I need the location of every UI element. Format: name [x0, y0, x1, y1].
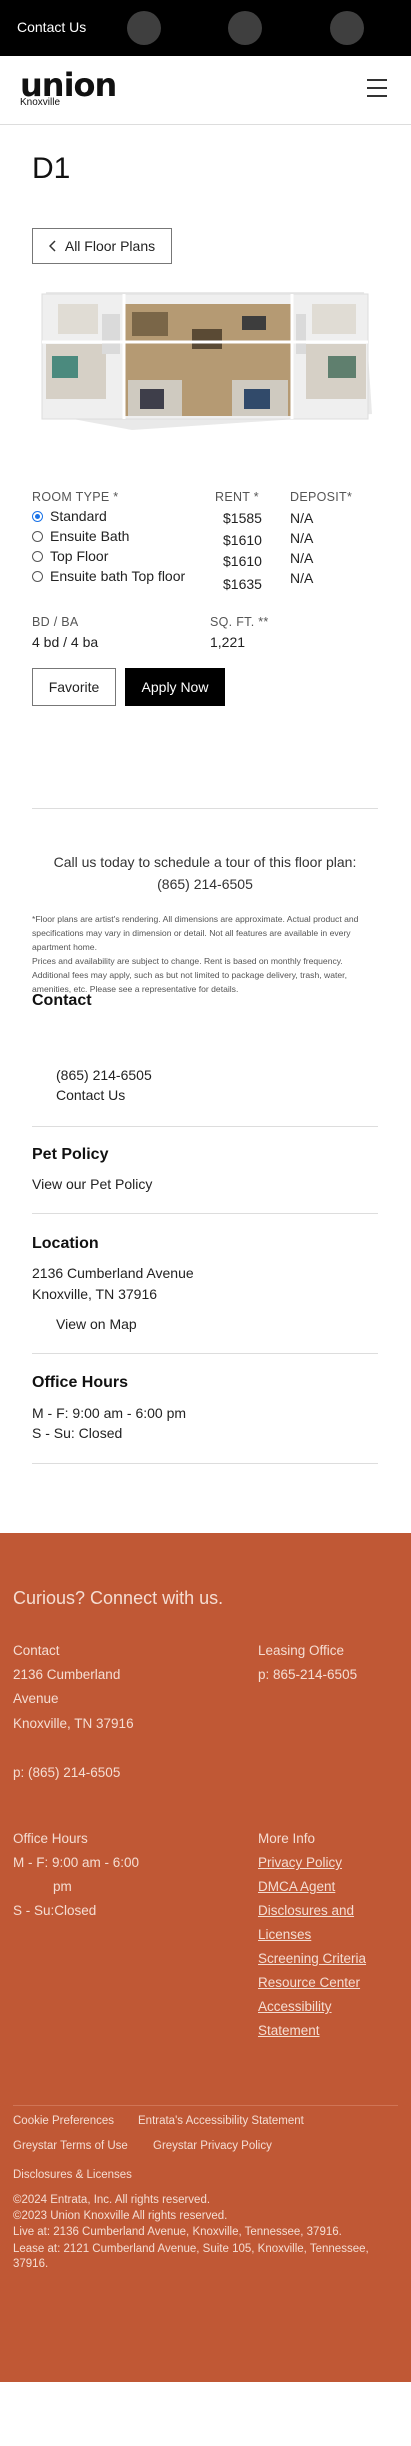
- room-option-ensuite[interactable]: Ensuite Bath: [32, 528, 129, 544]
- office-hours-heading: Office Hours: [32, 1374, 129, 1391]
- deposit-value: N/A: [290, 510, 314, 526]
- footer-headline: Curious? Connect with us.: [13, 1588, 224, 1608]
- location-city: Knoxville, TN 37916: [32, 1286, 158, 1302]
- pet-policy-link[interactable]: View our Pet Policy: [32, 1176, 152, 1192]
- apply-now-button[interactable]: Apply Now: [125, 668, 225, 706]
- all-floor-plans-button[interactable]: All Floor Plans: [32, 228, 172, 264]
- location-street: 2136 Cumberland Avenue: [32, 1265, 194, 1281]
- room-option-label: Standard: [50, 508, 107, 524]
- hamburger-icon[interactable]: [367, 76, 389, 100]
- all-floor-plans-label: All Floor Plans: [64, 238, 156, 254]
- footer-divider: [13, 2105, 398, 2106]
- hours-weekday: M - F: 9:00 am - 6:00 pm: [32, 1405, 187, 1421]
- cookie-preferences-link[interactable]: Cookie Preferences: [13, 2115, 114, 2127]
- footer-hours-weekend: S - Su:Closed: [13, 1903, 97, 1918]
- favorite-button[interactable]: Favorite: [32, 668, 116, 706]
- deposit-value: N/A: [290, 570, 314, 586]
- room-type-header: ROOM TYPE *: [32, 490, 119, 504]
- call-phone[interactable]: (865) 214-6505: [32, 873, 378, 895]
- social-icon-2[interactable]: [228, 11, 262, 45]
- room-option-label: Top Floor: [50, 548, 109, 564]
- top-bar: Contact Us: [0, 0, 411, 56]
- divider: [32, 1126, 378, 1127]
- radio-selected[interactable]: [32, 510, 43, 522]
- footer-address-2: Avenue: [13, 1691, 59, 1706]
- floor-plan-image[interactable]: [32, 284, 378, 434]
- contact-phone[interactable]: (865) 214-6505: [56, 1067, 152, 1083]
- view-on-map-link[interactable]: View on Map: [56, 1316, 137, 1332]
- radio[interactable]: [32, 550, 43, 562]
- chevron-left-icon: [48, 240, 56, 252]
- sqft-label: SQ. FT. **: [210, 615, 269, 629]
- disclosures-link-cont[interactable]: Licenses: [258, 1927, 311, 1942]
- disclaimer-prices: Prices and availability are subject to c…: [32, 956, 347, 994]
- social-icon-1[interactable]: [127, 11, 161, 45]
- rent-header: RENT *: [215, 490, 259, 504]
- social-icon-3[interactable]: [330, 11, 364, 45]
- call-text: Call us today to schedule a tour of this…: [53, 854, 357, 870]
- deposit-value: N/A: [290, 530, 314, 546]
- entrata-accessibility-link[interactable]: Entrata's Accessibility Statement: [138, 2115, 304, 2127]
- footer-address-3: Knoxville, TN 37916: [13, 1716, 134, 1731]
- room-option-label: Ensuite bath Top floor: [50, 568, 186, 584]
- greystar-privacy-link[interactable]: Greystar Privacy Policy: [153, 2140, 272, 2152]
- accessibility-link[interactable]: Accessibility: [258, 1999, 332, 2014]
- pet-policy-heading: Pet Policy: [32, 1146, 109, 1163]
- rent-value: $1610: [223, 532, 262, 548]
- footer-more-info-heading: More Info: [258, 1831, 316, 1846]
- contact-us-link[interactable]: Contact Us: [17, 19, 86, 35]
- screening-criteria-link[interactable]: Screening Criteria: [258, 1951, 366, 1966]
- disclosures-link[interactable]: Disclosures and: [258, 1903, 354, 1918]
- live-at: Live at: 2136 Cumberland Avenue, Knoxvil…: [13, 2226, 342, 2238]
- rent-value: $1635: [223, 576, 262, 592]
- room-option-ensuite-top[interactable]: Ensuite bath Top floor: [32, 568, 185, 584]
- room-option-standard[interactable]: Standard: [32, 508, 107, 524]
- disclaimer: *Floor plans are artist's rendering. All…: [32, 912, 382, 996]
- copyright-union: ©2023 Union Knoxville All rights reserve…: [13, 2210, 228, 2222]
- contact-us-link[interactable]: Contact Us: [56, 1087, 125, 1103]
- dmca-agent-link[interactable]: DMCA Agent: [258, 1879, 335, 1894]
- radio[interactable]: [32, 570, 43, 582]
- privacy-policy-link[interactable]: Privacy Policy: [258, 1855, 342, 1870]
- accessibility-link-cont[interactable]: Statement: [258, 2023, 320, 2038]
- location-heading: Location: [32, 1235, 99, 1252]
- hours-weekend: S - Su: Closed: [32, 1425, 123, 1441]
- footer-leasing-heading: Leasing Office: [258, 1643, 345, 1658]
- logo[interactable]: union Knoxville: [20, 66, 117, 108]
- divider: [32, 1213, 378, 1214]
- radio[interactable]: [32, 530, 43, 542]
- disclaimer-floorplans: *Floor plans are artist's rendering. All…: [32, 914, 359, 952]
- resource-center-link[interactable]: Resource Center: [258, 1975, 360, 1990]
- rent-value: $1610: [223, 553, 262, 569]
- copyright-entrata: ©2024 Entrata, Inc. All rights reserved.: [13, 2194, 211, 2206]
- footer-hours-weekday: M - F: 9:00 am - 6:00: [13, 1855, 140, 1870]
- footer-phone[interactable]: p: (865) 214-6505: [13, 1765, 120, 1780]
- divider: [32, 1353, 378, 1354]
- site-footer: Curious? Connect with us. Contact 2136 C…: [0, 1533, 411, 2382]
- contact-heading: Contact: [32, 992, 92, 1009]
- disclosures-licenses-link[interactable]: Disclosures & Licenses: [13, 2169, 132, 2181]
- deposit-header: DEPOSIT*: [290, 490, 353, 504]
- call-to-tour: Call us today to schedule a tour of this…: [32, 851, 378, 895]
- divider: [32, 1463, 378, 1464]
- footer-address-1: 2136 Cumberland: [13, 1667, 121, 1682]
- deposit-value: N/A: [290, 550, 314, 566]
- footer-hours-weekday-cont: pm: [53, 1879, 72, 1894]
- footer-contact-heading: Contact: [13, 1643, 60, 1658]
- sqft-value: 1,221: [210, 634, 246, 650]
- page-title: D1: [32, 152, 71, 185]
- bd-ba-label: BD / BA: [32, 615, 79, 629]
- room-option-top-floor[interactable]: Top Floor: [32, 548, 108, 564]
- bd-ba-value: 4 bd / 4 ba: [32, 634, 99, 650]
- room-option-label: Ensuite Bath: [50, 528, 130, 544]
- logo-word: union: [20, 66, 117, 104]
- footer-leasing-phone[interactable]: p: 865-214-6505: [258, 1667, 357, 1682]
- rent-value: $1585: [223, 510, 262, 526]
- greystar-terms-link[interactable]: Greystar Terms of Use: [13, 2140, 128, 2152]
- lease-at: Lease at: 2121 Cumberland Avenue, Suite …: [13, 2243, 369, 2270]
- footer-hours-heading: Office Hours: [13, 1831, 88, 1846]
- divider: [32, 808, 378, 809]
